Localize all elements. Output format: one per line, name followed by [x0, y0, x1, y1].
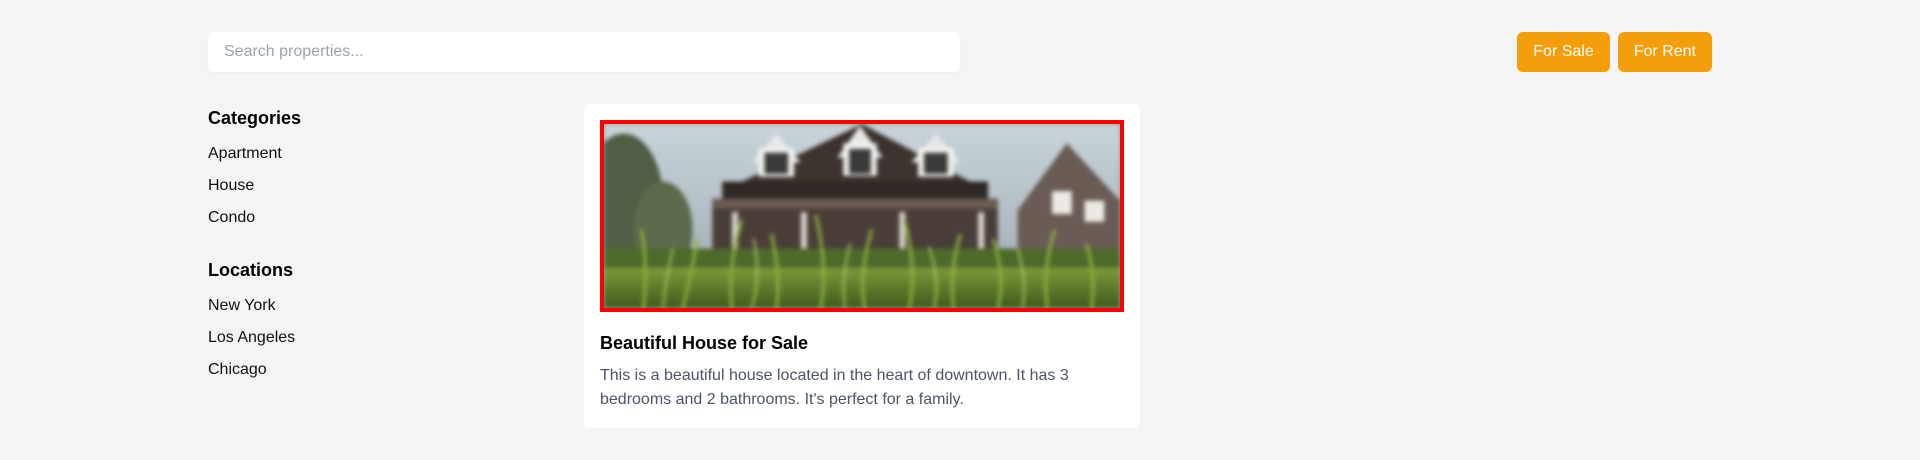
locations-list: New York Los Angeles Chicago — [208, 294, 508, 382]
filter-buttons: For Sale For Rent — [1517, 32, 1712, 72]
listing-card[interactable]: Beautiful House for Sale This is a beaut… — [584, 104, 1140, 428]
for-sale-button[interactable]: For Sale — [1517, 32, 1610, 72]
categories-section: Categories Apartment House Condo — [208, 104, 508, 230]
category-item-condo[interactable]: Condo — [208, 206, 508, 230]
location-item-new-york[interactable]: New York — [208, 294, 508, 318]
category-item-house[interactable]: House — [208, 174, 508, 198]
house-photo — [604, 124, 1120, 308]
categories-list: Apartment House Condo — [208, 142, 508, 230]
locations-heading: Locations — [208, 260, 294, 280]
categories-heading: Categories — [208, 108, 302, 128]
for-rent-button[interactable]: For Rent — [1617, 32, 1712, 72]
page: For Sale For Rent Categories Apartment H… — [0, 0, 1920, 460]
location-item-los-angeles[interactable]: Los Angeles — [208, 326, 508, 350]
category-item-apartment[interactable]: Apartment — [208, 142, 508, 166]
listing-description: This is a beautiful house located in the… — [600, 367, 1069, 408]
listing-image[interactable] — [600, 120, 1124, 312]
locations-section: Locations New York Los Angeles Chicago — [208, 256, 508, 382]
search-input[interactable] — [208, 32, 960, 72]
sidebar: Categories Apartment House Condo Locatio… — [208, 104, 508, 408]
location-item-chicago[interactable]: Chicago — [208, 358, 508, 382]
listing-title[interactable]: Beautiful House for Sale — [600, 330, 1124, 356]
